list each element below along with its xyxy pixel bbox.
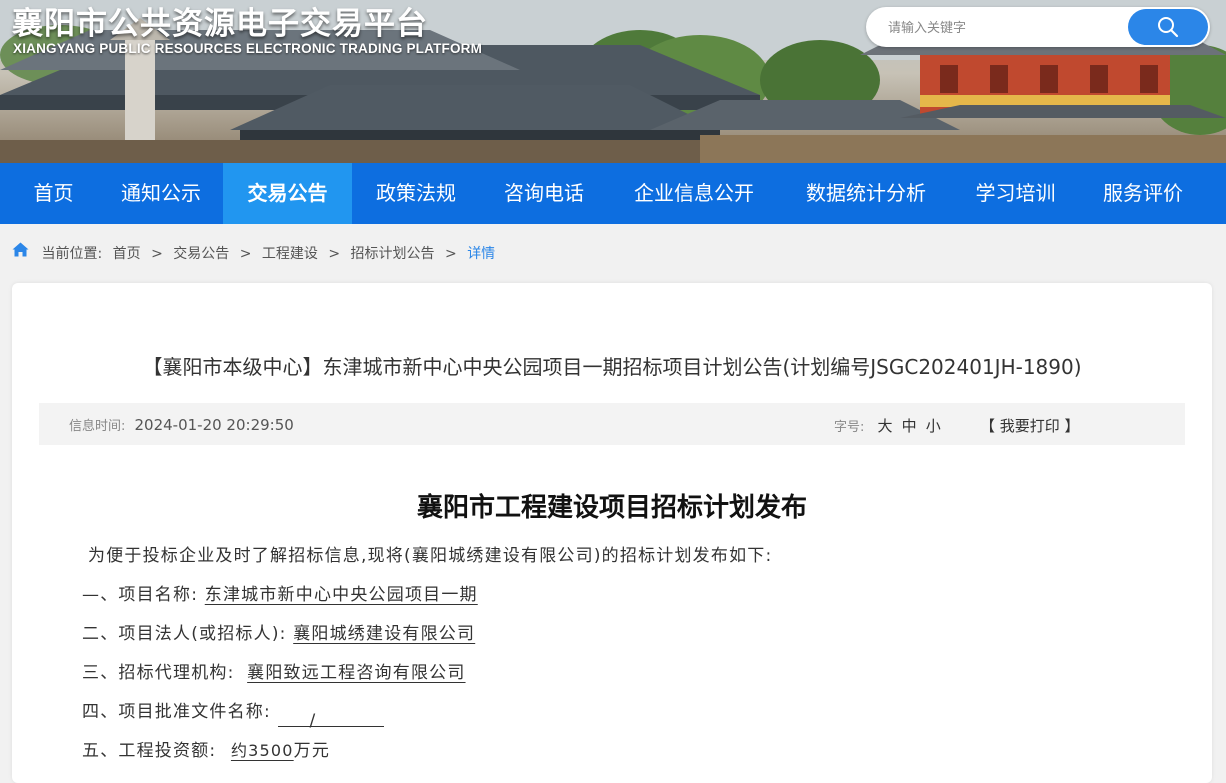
publish-time-value: 2024-01-20 20:29:50: [134, 416, 294, 434]
approval-doc-field: /: [277, 706, 384, 731]
document-item-investment: 五、工程投资额: 约3500万元: [82, 736, 1182, 775]
site-title: 襄阳市公共资源电子交易平台: [12, 6, 428, 42]
font-size-medium[interactable]: 中: [902, 417, 917, 435]
search-input[interactable]: [886, 7, 1130, 49]
home-icon: [12, 242, 29, 264]
nav-item-statistics[interactable]: 数据统计分析: [780, 163, 952, 224]
breadcrumb-current: 详情: [467, 246, 496, 262]
document-item-agency: 三、招标代理机构: 襄阳致远工程咨询有限公司: [82, 658, 1182, 697]
search-bar: [866, 7, 1210, 49]
breadcrumb-construction[interactable]: 工程建设: [262, 243, 318, 265]
investment-unit: 万元: [293, 741, 331, 761]
agency-value: 襄阳致远工程咨询有限公司: [247, 663, 466, 683]
font-size-small[interactable]: 小: [926, 417, 941, 435]
item-label: —、项目名称:: [82, 585, 199, 605]
item-label: 五、工程投资额:: [82, 741, 217, 761]
breadcrumb-trade-announcements[interactable]: 交易公告: [173, 243, 229, 265]
document-item-project-name: —、项目名称: 东津城市新中心中央公园项目一期: [82, 580, 1182, 619]
publish-time: 信息时间: 2024-01-20 20:29:50: [69, 415, 294, 434]
nav-item-home[interactable]: 首页: [0, 163, 107, 224]
header-banner: 襄阳市公共资源电子交易平台 XIANGYANG PUBLIC RESOURCES…: [0, 0, 1226, 163]
document-heading: 襄阳市工程建设项目招标计划发布: [416, 493, 807, 523]
breadcrumb: 当前位置: 首页 > 交易公告 > 工程建设 > 招标计划公告 > 详情: [12, 242, 496, 265]
print-button[interactable]: 【 我要打印 】: [980, 415, 1080, 436]
tenderer-value: 襄阳城绣建设有限公司: [293, 624, 476, 644]
breadcrumb-separator: >: [239, 246, 252, 262]
publish-time-label: 信息时间:: [69, 419, 126, 434]
breadcrumb-prefix: 当前位置:: [41, 246, 103, 262]
approval-doc-value: /: [309, 711, 317, 731]
breadcrumb-separator: >: [328, 246, 341, 262]
main-nav: 首页 通知公示 交易公告 政策法规 咨询电话 企业信息公开 数据统计分析 学习培…: [0, 163, 1226, 224]
document-body: 为便于投标企业及时了解招标信息,现将(襄阳城绣建设有限公司)的招标计划发布如下:…: [82, 541, 1182, 775]
document-item-tenderer: 二、项目法人(或招标人): 襄阳城绣建设有限公司: [82, 619, 1182, 658]
breadcrumb-home[interactable]: 首页: [113, 243, 141, 265]
font-size-control: 字号: 大 中 小: [834, 415, 941, 436]
breadcrumb-separator: >: [445, 246, 457, 262]
breadcrumb-tender-plans[interactable]: 招标计划公告: [351, 243, 435, 265]
investment-value: 约3500: [230, 741, 294, 760]
item-label: 二、项目法人(或招标人):: [82, 624, 287, 644]
nav-item-service-rating[interactable]: 服务评价: [1079, 163, 1207, 224]
breadcrumb-separator: >: [151, 246, 163, 262]
project-name-value: 东津城市新中心中央公园项目一期: [204, 585, 478, 605]
nav-item-notices[interactable]: 通知公示: [99, 163, 223, 224]
nav-item-enterprise-info[interactable]: 企业信息公开: [608, 163, 780, 224]
article-card: 【襄阳市本级中心】东津城市新中心中央公园项目一期招标项目计划公告(计划编号JSG…: [12, 283, 1212, 783]
search-button[interactable]: [1128, 9, 1208, 45]
article-meta-bar: 信息时间: 2024-01-20 20:29:50 字号: 大 中 小 【 我要…: [39, 403, 1185, 445]
document-item-approval-doc: 四、项目批准文件名称: /: [82, 697, 1182, 736]
nav-item-policies[interactable]: 政策法规: [352, 163, 480, 224]
item-label: 四、项目批准文件名称:: [82, 702, 271, 722]
item-label: 三、招标代理机构:: [82, 663, 235, 683]
font-size-large[interactable]: 大: [877, 417, 892, 435]
nav-item-training[interactable]: 学习培训: [952, 163, 1079, 224]
nav-item-hotline[interactable]: 咨询电话: [480, 163, 608, 224]
article-title: 【襄阳市本级中心】东津城市新中心中央公园项目一期招标项目计划公告(计划编号JSG…: [142, 355, 1082, 379]
search-icon: [1158, 17, 1179, 38]
nav-item-trade-announcements[interactable]: 交易公告: [223, 163, 352, 224]
font-size-label: 字号:: [834, 420, 865, 435]
site-subtitle: XIANGYANG PUBLIC RESOURCES ELECTRONIC TR…: [13, 41, 483, 56]
document-intro: 为便于投标企业及时了解招标信息,现将(襄阳城绣建设有限公司)的招标计划发布如下:: [88, 546, 773, 566]
